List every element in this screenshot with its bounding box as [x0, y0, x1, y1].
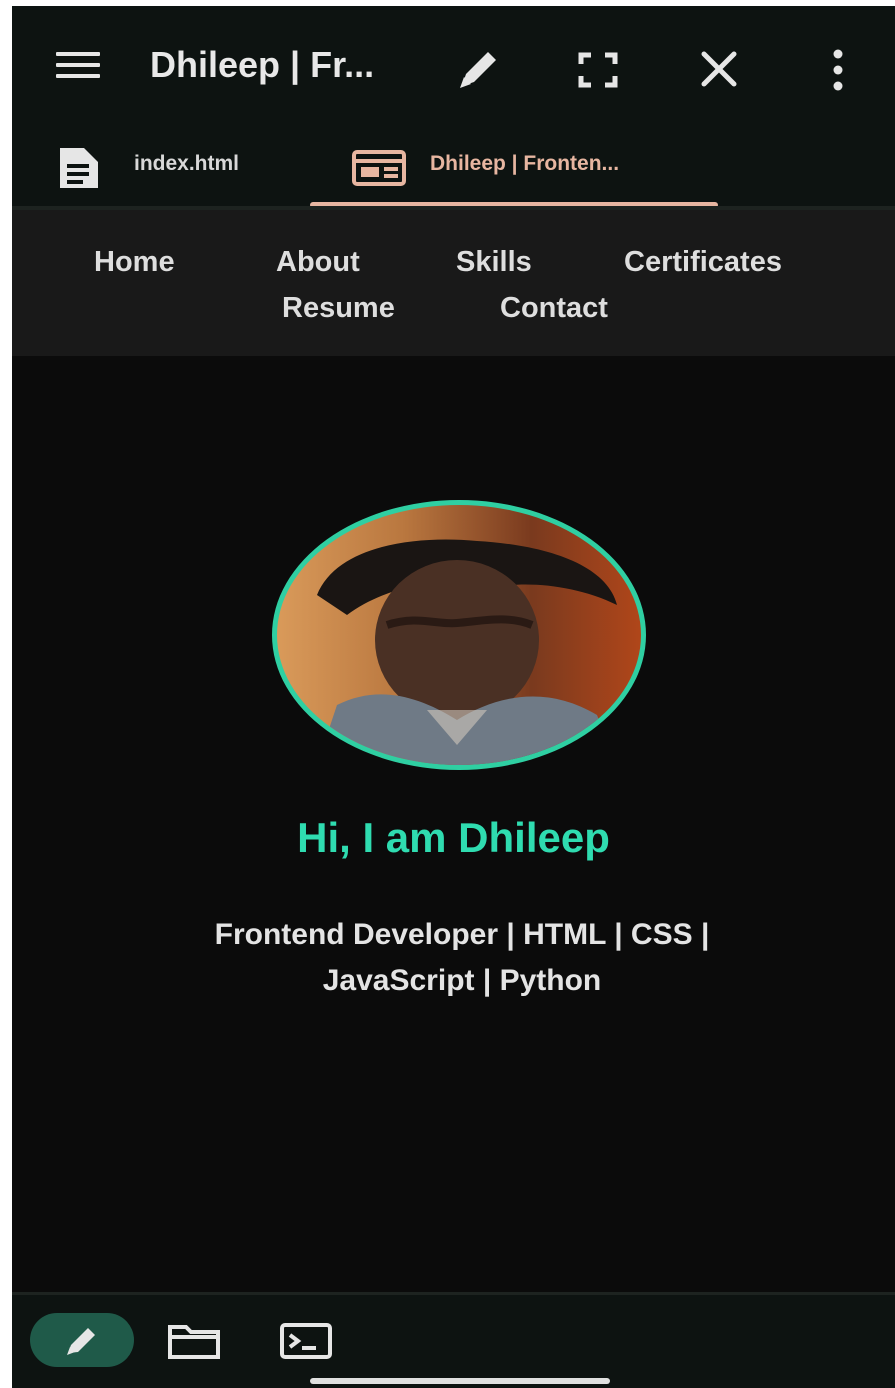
- home-indicator: [310, 1378, 610, 1384]
- nav-link-resume[interactable]: Resume: [282, 292, 395, 325]
- browser-preview-icon: [352, 150, 406, 191]
- top-app-bar: Dhileep | Fr... index.html Dhileep | Fro…: [12, 6, 895, 208]
- pencil-icon[interactable]: [452, 46, 504, 92]
- fullscreen-icon[interactable]: [578, 52, 618, 88]
- pencil-icon: [67, 1328, 95, 1355]
- nav-link-certificates[interactable]: Certificates: [624, 246, 782, 279]
- folder-icon[interactable]: [166, 1321, 222, 1361]
- more-vert-icon[interactable]: [830, 48, 846, 94]
- terminal-icon[interactable]: [278, 1321, 334, 1361]
- menu-icon[interactable]: [56, 52, 100, 80]
- app-title: Dhileep | Fr...: [150, 44, 375, 85]
- hero-subtitle-line: JavaScript | Python: [322, 964, 602, 997]
- hero-subtitle: Frontend Developer | HTML | CSS | JavaSc…: [152, 912, 772, 1004]
- site-nav: Home About Skills Certificates Resume Co…: [12, 210, 895, 356]
- tab-label: index.html: [134, 152, 240, 175]
- nav-link-about[interactable]: About: [276, 246, 360, 279]
- tab-bar: index.html Dhileep | Fronten...: [12, 134, 895, 208]
- nav-link-skills[interactable]: Skills: [456, 246, 532, 279]
- app-window: Dhileep | Fr... index.html Dhileep | Fro…: [12, 6, 895, 1388]
- hero-title: Hi, I am Dhileep: [297, 814, 610, 861]
- nav-link-contact[interactable]: Contact: [500, 292, 608, 325]
- bottom-toolbar: [12, 1292, 895, 1388]
- edit-mode-button[interactable]: [30, 1313, 134, 1367]
- hero-subtitle-line: Frontend Developer | HTML | CSS |: [214, 918, 710, 951]
- tab-index-html[interactable]: index.html: [52, 134, 292, 206]
- profile-photo: [272, 500, 646, 770]
- toolbar: Dhileep | Fr...: [12, 24, 895, 110]
- nav-link-home[interactable]: Home: [94, 246, 175, 279]
- file-document-icon: [56, 146, 102, 195]
- close-icon[interactable]: [698, 48, 740, 90]
- tab-preview[interactable]: Dhileep | Fronten...: [310, 134, 718, 208]
- tab-label: Dhileep | Fronten...: [430, 152, 620, 175]
